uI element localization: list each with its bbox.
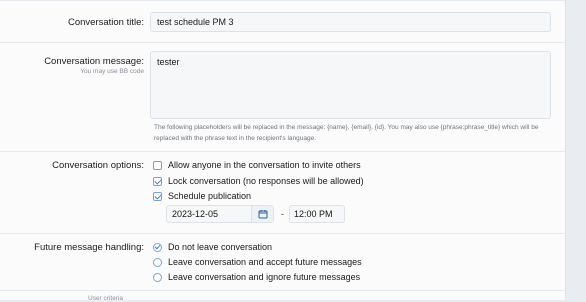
message-explain: The following placeholders will be repla… <box>154 124 539 142</box>
message-label: Conversation message: <box>44 56 144 67</box>
future-do-not-leave[interactable]: Do not leave conversation <box>153 241 272 253</box>
scrollbar-track[interactable] <box>567 0 586 300</box>
checkbox[interactable] <box>153 176 162 186</box>
date-time-separator: - <box>281 209 284 219</box>
date-value[interactable]: 2023-12-05 <box>167 206 251 222</box>
divider <box>0 290 566 291</box>
options-label: Conversation options: <box>52 160 144 171</box>
radio-button[interactable] <box>153 257 162 267</box>
divider <box>0 233 566 234</box>
time-field[interactable]: 12:00 PM <box>289 205 345 223</box>
message-hint: You may use BB code <box>80 68 144 75</box>
divider <box>0 151 566 152</box>
divider <box>0 0 566 1</box>
option-label: Leave conversation and accept future mes… <box>168 257 362 267</box>
checkbox[interactable] <box>153 160 162 170</box>
form-panel: Conversation title: test schedule PM 3 C… <box>0 0 566 302</box>
title-label: Conversation title: <box>67 17 144 28</box>
title-input[interactable]: test schedule PM 3 <box>150 12 551 32</box>
message-textarea[interactable]: tester <box>150 51 551 119</box>
option-lock-conversation[interactable]: Lock conversation (no responses will be … <box>153 175 364 187</box>
option-label: Do not leave conversation <box>168 242 273 252</box>
future-label: Future message handling: <box>34 242 144 253</box>
option-label: Allow anyone in the conversation to invi… <box>168 160 361 170</box>
option-label: Lock conversation (no responses will be … <box>168 176 364 186</box>
option-schedule-publication[interactable]: Schedule publication <box>153 190 251 202</box>
checkbox[interactable] <box>153 191 162 201</box>
date-field[interactable]: 2023-12-05 <box>166 205 274 223</box>
future-leave-accept[interactable]: Leave conversation and accept future mes… <box>153 256 362 268</box>
next-section-label: User criteria <box>88 295 124 302</box>
future-leave-ignore[interactable]: Leave conversation and ignore future mes… <box>153 271 360 283</box>
calendar-icon[interactable] <box>251 206 273 222</box>
option-allow-invite[interactable]: Allow anyone in the conversation to invi… <box>153 159 361 171</box>
option-label: Schedule publication <box>168 191 252 201</box>
radio-button[interactable] <box>153 242 162 252</box>
radio-button[interactable] <box>153 272 162 282</box>
divider <box>0 42 566 43</box>
option-label: Leave conversation and ignore future mes… <box>168 272 361 282</box>
